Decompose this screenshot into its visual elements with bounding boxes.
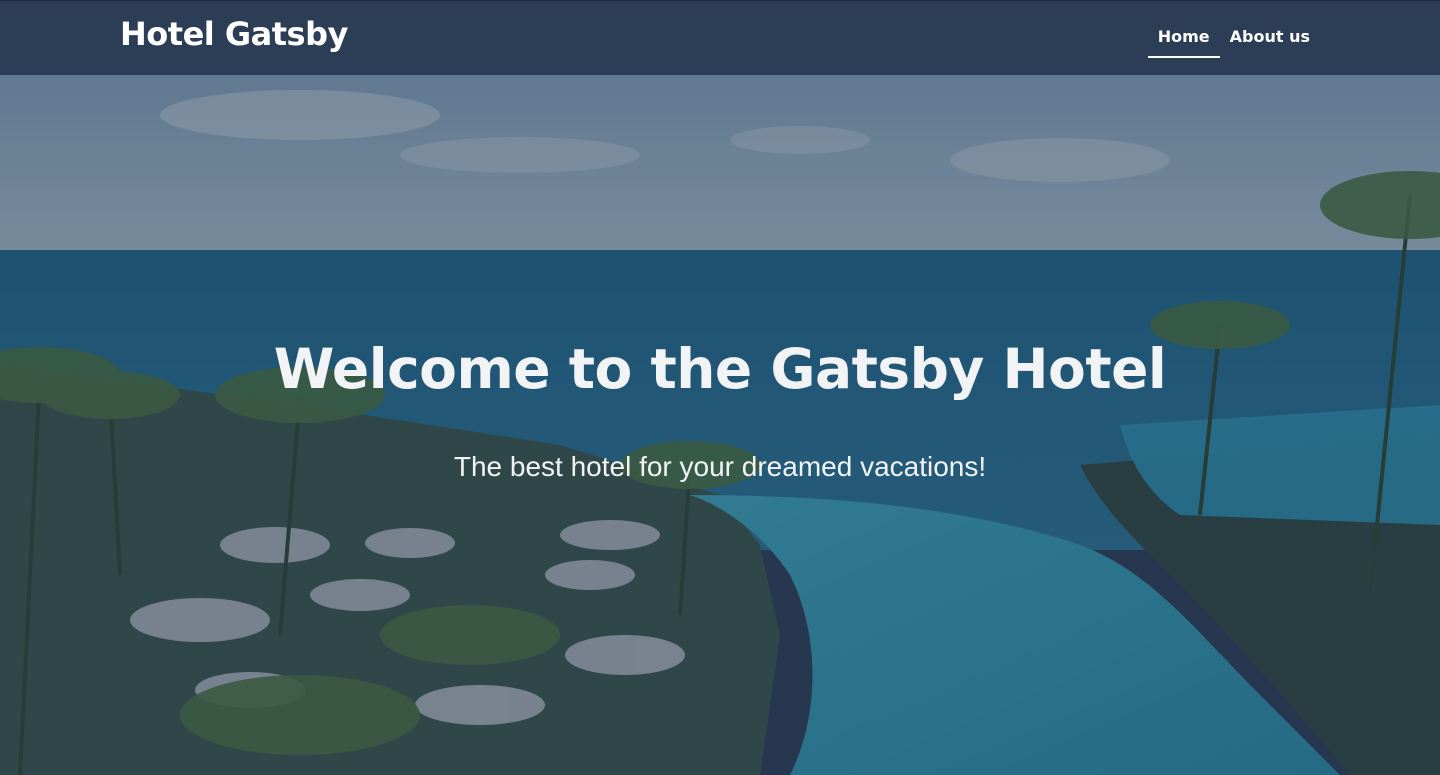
nav-links: Home About us [1147, 25, 1320, 58]
navbar: Hotel Gatsby Home About us [0, 0, 1440, 75]
hero-section: Welcome to the Gatsby Hotel The best hot… [0, 75, 1440, 775]
nav-link-home[interactable]: Home [1147, 25, 1220, 58]
hero-overlay [0, 75, 1440, 775]
brand-logo[interactable]: Hotel Gatsby [120, 15, 348, 53]
nav-link-about-us[interactable]: About us [1220, 25, 1320, 58]
hero-title: Welcome to the Gatsby Hotel [273, 337, 1167, 401]
hero-subtitle: The best hotel for your dreamed vacation… [453, 451, 987, 482]
